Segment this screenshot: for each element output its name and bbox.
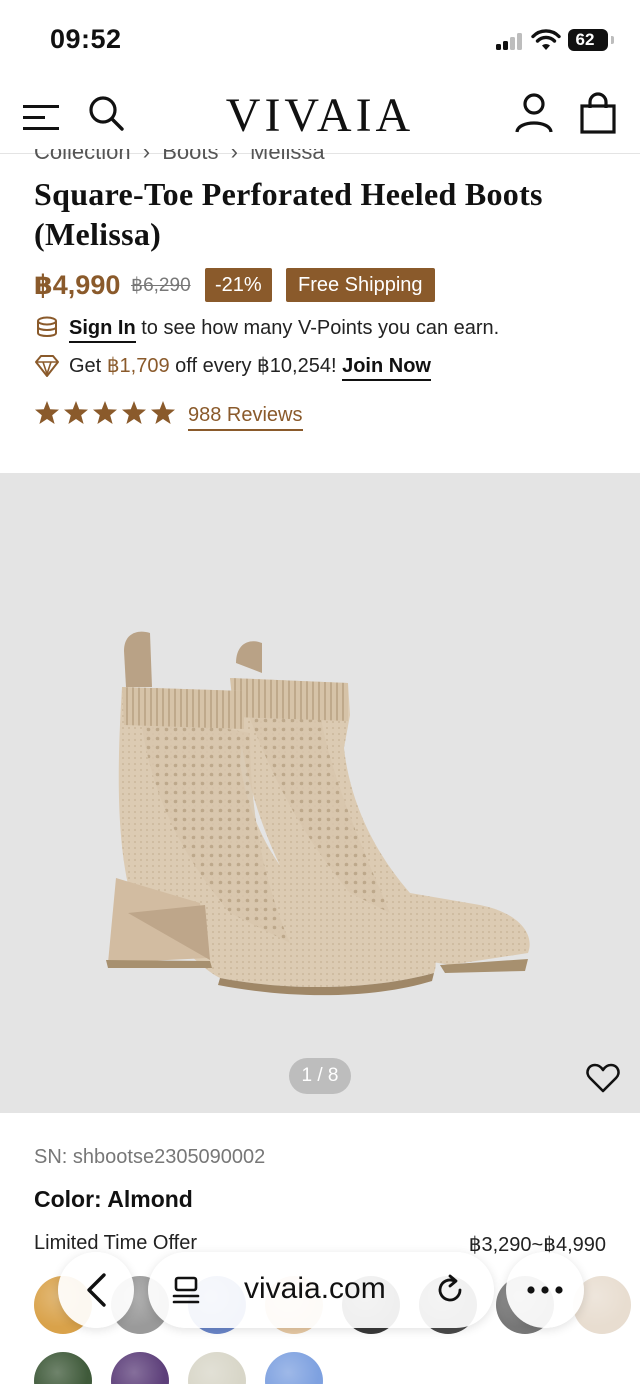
- price-row: ฿4,990 ฿6,290 -21% Free Shipping: [34, 266, 624, 304]
- more-icon: [527, 1286, 563, 1294]
- selected-color: Color: Almond: [34, 1186, 193, 1212]
- chevron-left-icon: [87, 1273, 106, 1307]
- status-bar: 09:52 62: [0, 0, 640, 78]
- free-shipping-badge: Free Shipping: [286, 268, 435, 302]
- status-time: 09:52: [50, 24, 122, 54]
- heart-icon[interactable]: [586, 1063, 620, 1093]
- battery-level: 62: [575, 30, 595, 49]
- discount-badge: -21%: [205, 268, 272, 302]
- join-now-link[interactable]: Join Now: [342, 355, 431, 381]
- diamond-icon: [35, 355, 59, 377]
- color-swatch[interactable]: [111, 1352, 169, 1384]
- membership-row: Get ฿1,709 off every ฿10,254! Join Now: [34, 351, 624, 381]
- star-rating: [34, 400, 179, 430]
- tabs-icon[interactable]: [170, 1274, 202, 1306]
- star-icon: [151, 401, 175, 424]
- wifi-icon: [531, 29, 561, 50]
- star-icon: [35, 401, 59, 424]
- original-price: ฿6,290: [131, 275, 191, 296]
- reviews-link[interactable]: 988 Reviews: [188, 404, 303, 431]
- battery-icon: 62: [568, 29, 614, 51]
- account-icon[interactable]: [514, 92, 554, 134]
- current-price: ฿4,990: [34, 270, 121, 300]
- product-sku: SN: shbootse2305090002: [34, 1146, 266, 1168]
- product-image: [106, 631, 530, 996]
- gallery-pager: 1 / 8: [289, 1058, 351, 1094]
- star-icon: [122, 401, 146, 424]
- product-gallery[interactable]: 1 / 8: [0, 473, 640, 1113]
- rating-row: 988 Reviews: [34, 400, 434, 434]
- product-title: Square-Toe Perforated Heeled Boots (Meli…: [34, 176, 543, 252]
- browser-toolbar: vivaia.com: [54, 1248, 588, 1330]
- star-icon: [93, 401, 117, 424]
- address-bar[interactable]: vivaia.com: [148, 1252, 494, 1328]
- site-header: VIVAIA: [0, 78, 640, 154]
- member-savings: ฿1,709: [106, 355, 170, 377]
- color-swatch[interactable]: [265, 1352, 323, 1384]
- sign-in-link[interactable]: Sign In: [69, 317, 136, 343]
- star-icon: [64, 401, 88, 424]
- cellular-signal-icon: [496, 32, 524, 50]
- points-text: to see how many V-Points you can earn.: [141, 317, 500, 339]
- url-text[interactable]: vivaia.com: [244, 1272, 386, 1306]
- color-swatch[interactable]: [188, 1352, 246, 1384]
- join-middle: off every ฿10,254!: [175, 355, 337, 377]
- v-points-row: Sign In to see how many V-Points you can…: [34, 313, 624, 343]
- back-button[interactable]: [58, 1252, 134, 1328]
- reload-icon[interactable]: [434, 1274, 466, 1306]
- join-prefix: Get: [69, 355, 102, 377]
- coins-icon: [37, 316, 57, 337]
- color-swatch[interactable]: [34, 1352, 92, 1384]
- shopping-bag-icon[interactable]: [578, 92, 618, 134]
- more-button[interactable]: [506, 1252, 584, 1328]
